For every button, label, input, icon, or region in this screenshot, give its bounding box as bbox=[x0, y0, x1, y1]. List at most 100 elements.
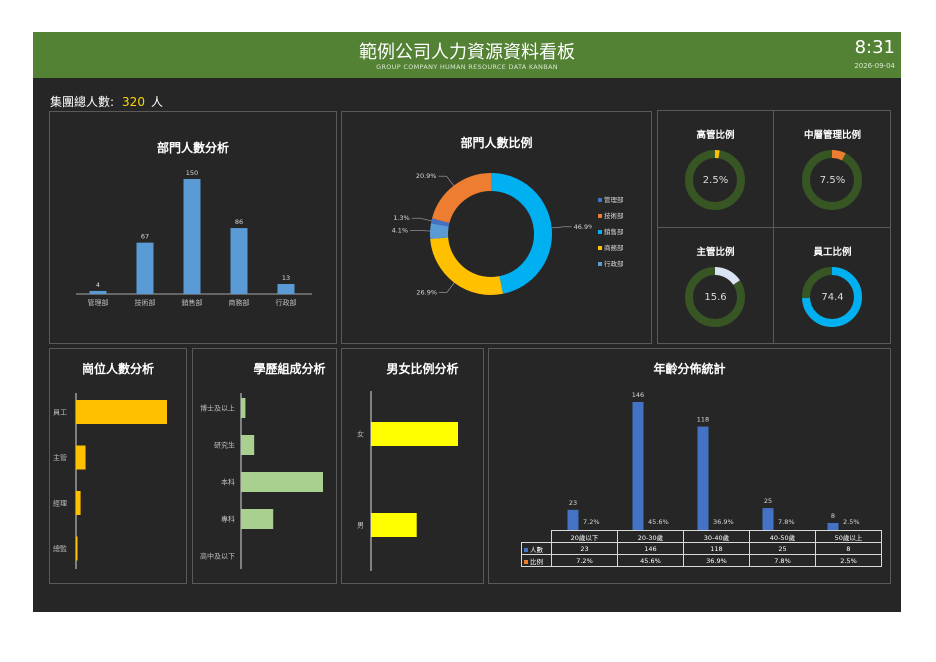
row-header: 人數 bbox=[521, 542, 552, 555]
bar bbox=[762, 508, 774, 530]
table-cell: 20歲以下 bbox=[551, 530, 618, 543]
middle-mgmt-ratio-chart bbox=[802, 150, 862, 210]
legend-item: 行政部 bbox=[598, 260, 624, 276]
tick-label: 專科 bbox=[221, 515, 235, 524]
bar bbox=[76, 445, 86, 470]
middle-mgmt-ratio-cell: 中層管理比例 7.5% bbox=[775, 111, 890, 227]
bar bbox=[241, 509, 274, 529]
ring-value bbox=[831, 150, 846, 161]
exec-ratio-value: 2.5% bbox=[702, 175, 729, 186]
data-label: 8 bbox=[831, 512, 835, 520]
tick-label: 博士及以上 bbox=[200, 404, 235, 413]
total-value: 320 bbox=[122, 95, 145, 109]
data-label: 4 bbox=[96, 281, 100, 289]
tick-label: 管理部 bbox=[88, 298, 109, 307]
bar bbox=[632, 402, 644, 530]
age-data-table: 20歲以下 20-30歲 30-40歲 40-50歲 50歲以上 人數 23 1… bbox=[521, 530, 882, 567]
tick-label: 銷售部 bbox=[182, 298, 203, 307]
row-header: 比例 bbox=[521, 554, 552, 567]
bar bbox=[76, 491, 81, 515]
employee-ratio-chart bbox=[802, 267, 862, 327]
dashboard-title: 範例公司人力資源資料看板 bbox=[359, 42, 575, 63]
ring-value bbox=[714, 267, 740, 285]
table-cell: 8 bbox=[815, 542, 882, 555]
dept-ratio-panel: 部門人數比例 46.9%26.9%4.1%1.3%20.9% 管理部 技術部 銷… bbox=[341, 111, 652, 344]
bar bbox=[371, 513, 417, 537]
tick-label: 商務部 bbox=[229, 298, 250, 307]
leader-line bbox=[410, 230, 431, 232]
gender-panel: 男女比例分析 女男 bbox=[341, 348, 484, 584]
data-label: 20.9% bbox=[416, 172, 437, 180]
tick-label: 員工 bbox=[53, 409, 67, 417]
total-unit: 人 bbox=[150, 95, 163, 109]
data-label: 13 bbox=[282, 274, 290, 282]
table-cell: 118 bbox=[683, 542, 750, 555]
education-chart: 博士及以上研究生本科專科高中及以下 bbox=[200, 393, 323, 569]
bar bbox=[136, 242, 154, 294]
bar bbox=[241, 472, 323, 492]
table-cell: 7.8% bbox=[749, 554, 816, 567]
dept-count-chart: 4 管理部 67 技術部 150 銷售部 86 商務部 13 行政部 bbox=[76, 169, 312, 307]
data-label: 1.3% bbox=[393, 214, 410, 222]
table-cell: 23 bbox=[551, 542, 618, 555]
gender-chart: 女男 bbox=[357, 391, 458, 571]
data-label: 25 bbox=[764, 497, 772, 505]
employee-ratio-cell: 員工比例 74.4 bbox=[775, 228, 890, 344]
bar bbox=[89, 290, 107, 294]
bar bbox=[371, 422, 458, 446]
data-label: 4.1% bbox=[392, 226, 409, 234]
data-label: 26.9% bbox=[416, 288, 437, 296]
table-cell: 2.5% bbox=[815, 554, 882, 567]
tick-label: 經理 bbox=[53, 499, 67, 508]
tick-label: 女 bbox=[357, 430, 364, 439]
supervisor-ratio-cell: 主管比例 15.6 bbox=[658, 228, 773, 344]
tick-label: 行政部 bbox=[276, 298, 297, 307]
bar bbox=[241, 435, 255, 455]
table-row: 比例 7.2% 45.6% 36.9% 7.8% 2.5% bbox=[521, 554, 882, 567]
donut-slice bbox=[430, 218, 450, 227]
bar bbox=[697, 426, 709, 530]
data-label: 86 bbox=[235, 218, 243, 226]
legend-item: 技術部 bbox=[598, 212, 624, 228]
table-cell: 146 bbox=[617, 542, 684, 555]
age-panel: 年齡分佈統計 23 7.2% 146 45.6% 118 36.9% 25 7.8% 8 2.5%… bbox=[488, 348, 891, 584]
percent-label: 7.8% bbox=[778, 518, 795, 526]
donut-slice bbox=[432, 173, 492, 224]
leader-line bbox=[439, 282, 455, 293]
data-label: 67 bbox=[141, 233, 149, 241]
bar bbox=[277, 284, 295, 294]
table-header-row: 20歲以下 20-30歲 30-40歲 40-50歲 50歲以上 bbox=[522, 530, 882, 543]
bar bbox=[76, 400, 167, 424]
leader-line bbox=[551, 226, 572, 229]
data-label: 118 bbox=[697, 416, 709, 424]
tick-label: 本科 bbox=[221, 478, 235, 487]
bar bbox=[567, 509, 579, 530]
clock-date: 2026-09-04 bbox=[854, 62, 895, 70]
dept-ratio-legend: 管理部 技術部 銷售部 商務部 行政部 bbox=[598, 196, 624, 276]
table-cell: 50歲以上 bbox=[815, 530, 882, 543]
exec-ratio-chart bbox=[685, 150, 745, 210]
data-label: 23 bbox=[569, 499, 577, 507]
donut-slice bbox=[430, 223, 449, 239]
employee-ratio-value: 74.4 bbox=[821, 292, 844, 303]
table-row: 人數 23 146 118 25 8 bbox=[521, 542, 882, 555]
percent-label: 2.5% bbox=[843, 518, 860, 526]
position-count-chart: 員工主管經理總監 bbox=[53, 393, 167, 569]
table-cell: 40-50歲 bbox=[749, 530, 816, 543]
table-cell: 7.2% bbox=[551, 554, 618, 567]
tick-label: 男 bbox=[357, 522, 364, 530]
data-label: 146 bbox=[632, 391, 644, 399]
bar bbox=[827, 522, 839, 530]
education-panel: 學歷組成分析 博士及以上 研究生 本科 專科 高中及以下 bbox=[192, 348, 337, 584]
position-count-panel: 崗位人數分析 員工 主管 經理 總監 bbox=[49, 348, 187, 584]
percent-label: 36.9% bbox=[713, 518, 734, 526]
dashboard-subtitle: GROUP COMPANY HUMAN RESOURCE DATA KANBAN bbox=[376, 63, 558, 71]
middle-mgmt-ratio-value: 7.5% bbox=[819, 175, 846, 186]
legend-item: 商務部 bbox=[598, 244, 624, 260]
table-cell: 30-40歲 bbox=[683, 530, 750, 543]
data-label: 46.9% bbox=[574, 223, 592, 231]
tick-label: 研究生 bbox=[214, 441, 235, 450]
legend-item: 管理部 bbox=[598, 196, 624, 212]
clock-time: 8:31 bbox=[854, 37, 895, 58]
supervisor-ratio-value: 15.6 bbox=[704, 292, 727, 303]
